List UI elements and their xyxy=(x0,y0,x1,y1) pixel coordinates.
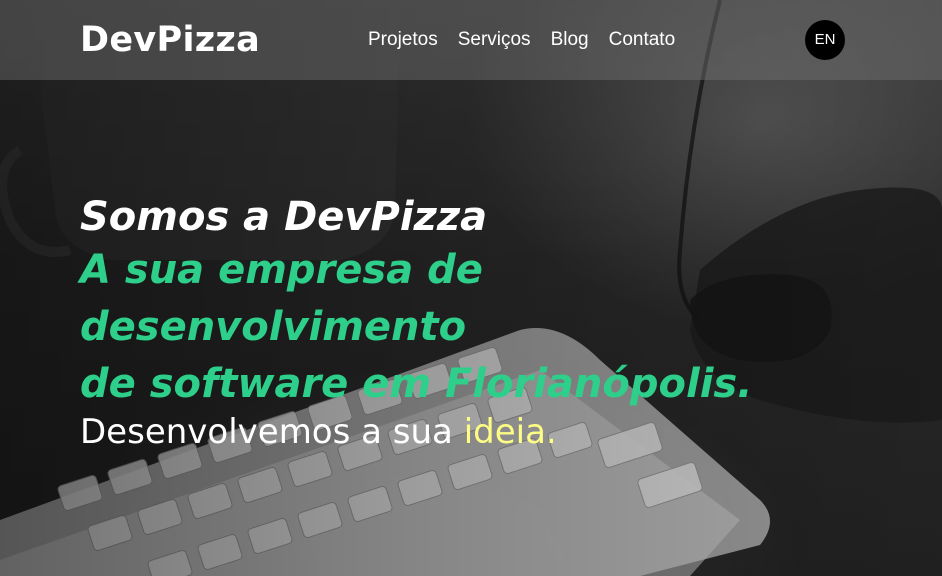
nav-link-projetos[interactable]: Projetos xyxy=(368,28,438,52)
hero-subtitle: A sua empresa de desenvolvimento de soft… xyxy=(80,242,840,413)
nav-link-servicos[interactable]: Serviços xyxy=(458,28,531,52)
main-nav: Projetos Serviços Blog Contato xyxy=(368,28,695,52)
language-toggle-button[interactable]: EN xyxy=(805,20,845,60)
hero-tagline: Desenvolvemos a sua ideia. xyxy=(80,409,840,455)
hero-subtitle-line-2: desenvolvimento xyxy=(80,304,467,350)
nav-link-contato[interactable]: Contato xyxy=(609,28,676,52)
site-header: DevPizza Projetos Serviços Blog Contato … xyxy=(0,0,942,80)
hero-subtitle-line-1: A sua empresa de xyxy=(80,247,483,293)
hero-tagline-text: Desenvolvemos a sua xyxy=(80,412,464,452)
hero-section: Somos a DevPizza A sua empresa de desenv… xyxy=(80,192,840,455)
nav-link-blog[interactable]: Blog xyxy=(551,28,589,52)
hero-tagline-highlight: ideia. xyxy=(463,412,557,452)
site-logo[interactable]: DevPizza xyxy=(80,18,260,62)
hero-title: Somos a DevPizza xyxy=(80,194,488,240)
hero-subtitle-line-3: de software em Florianópolis. xyxy=(80,361,753,407)
